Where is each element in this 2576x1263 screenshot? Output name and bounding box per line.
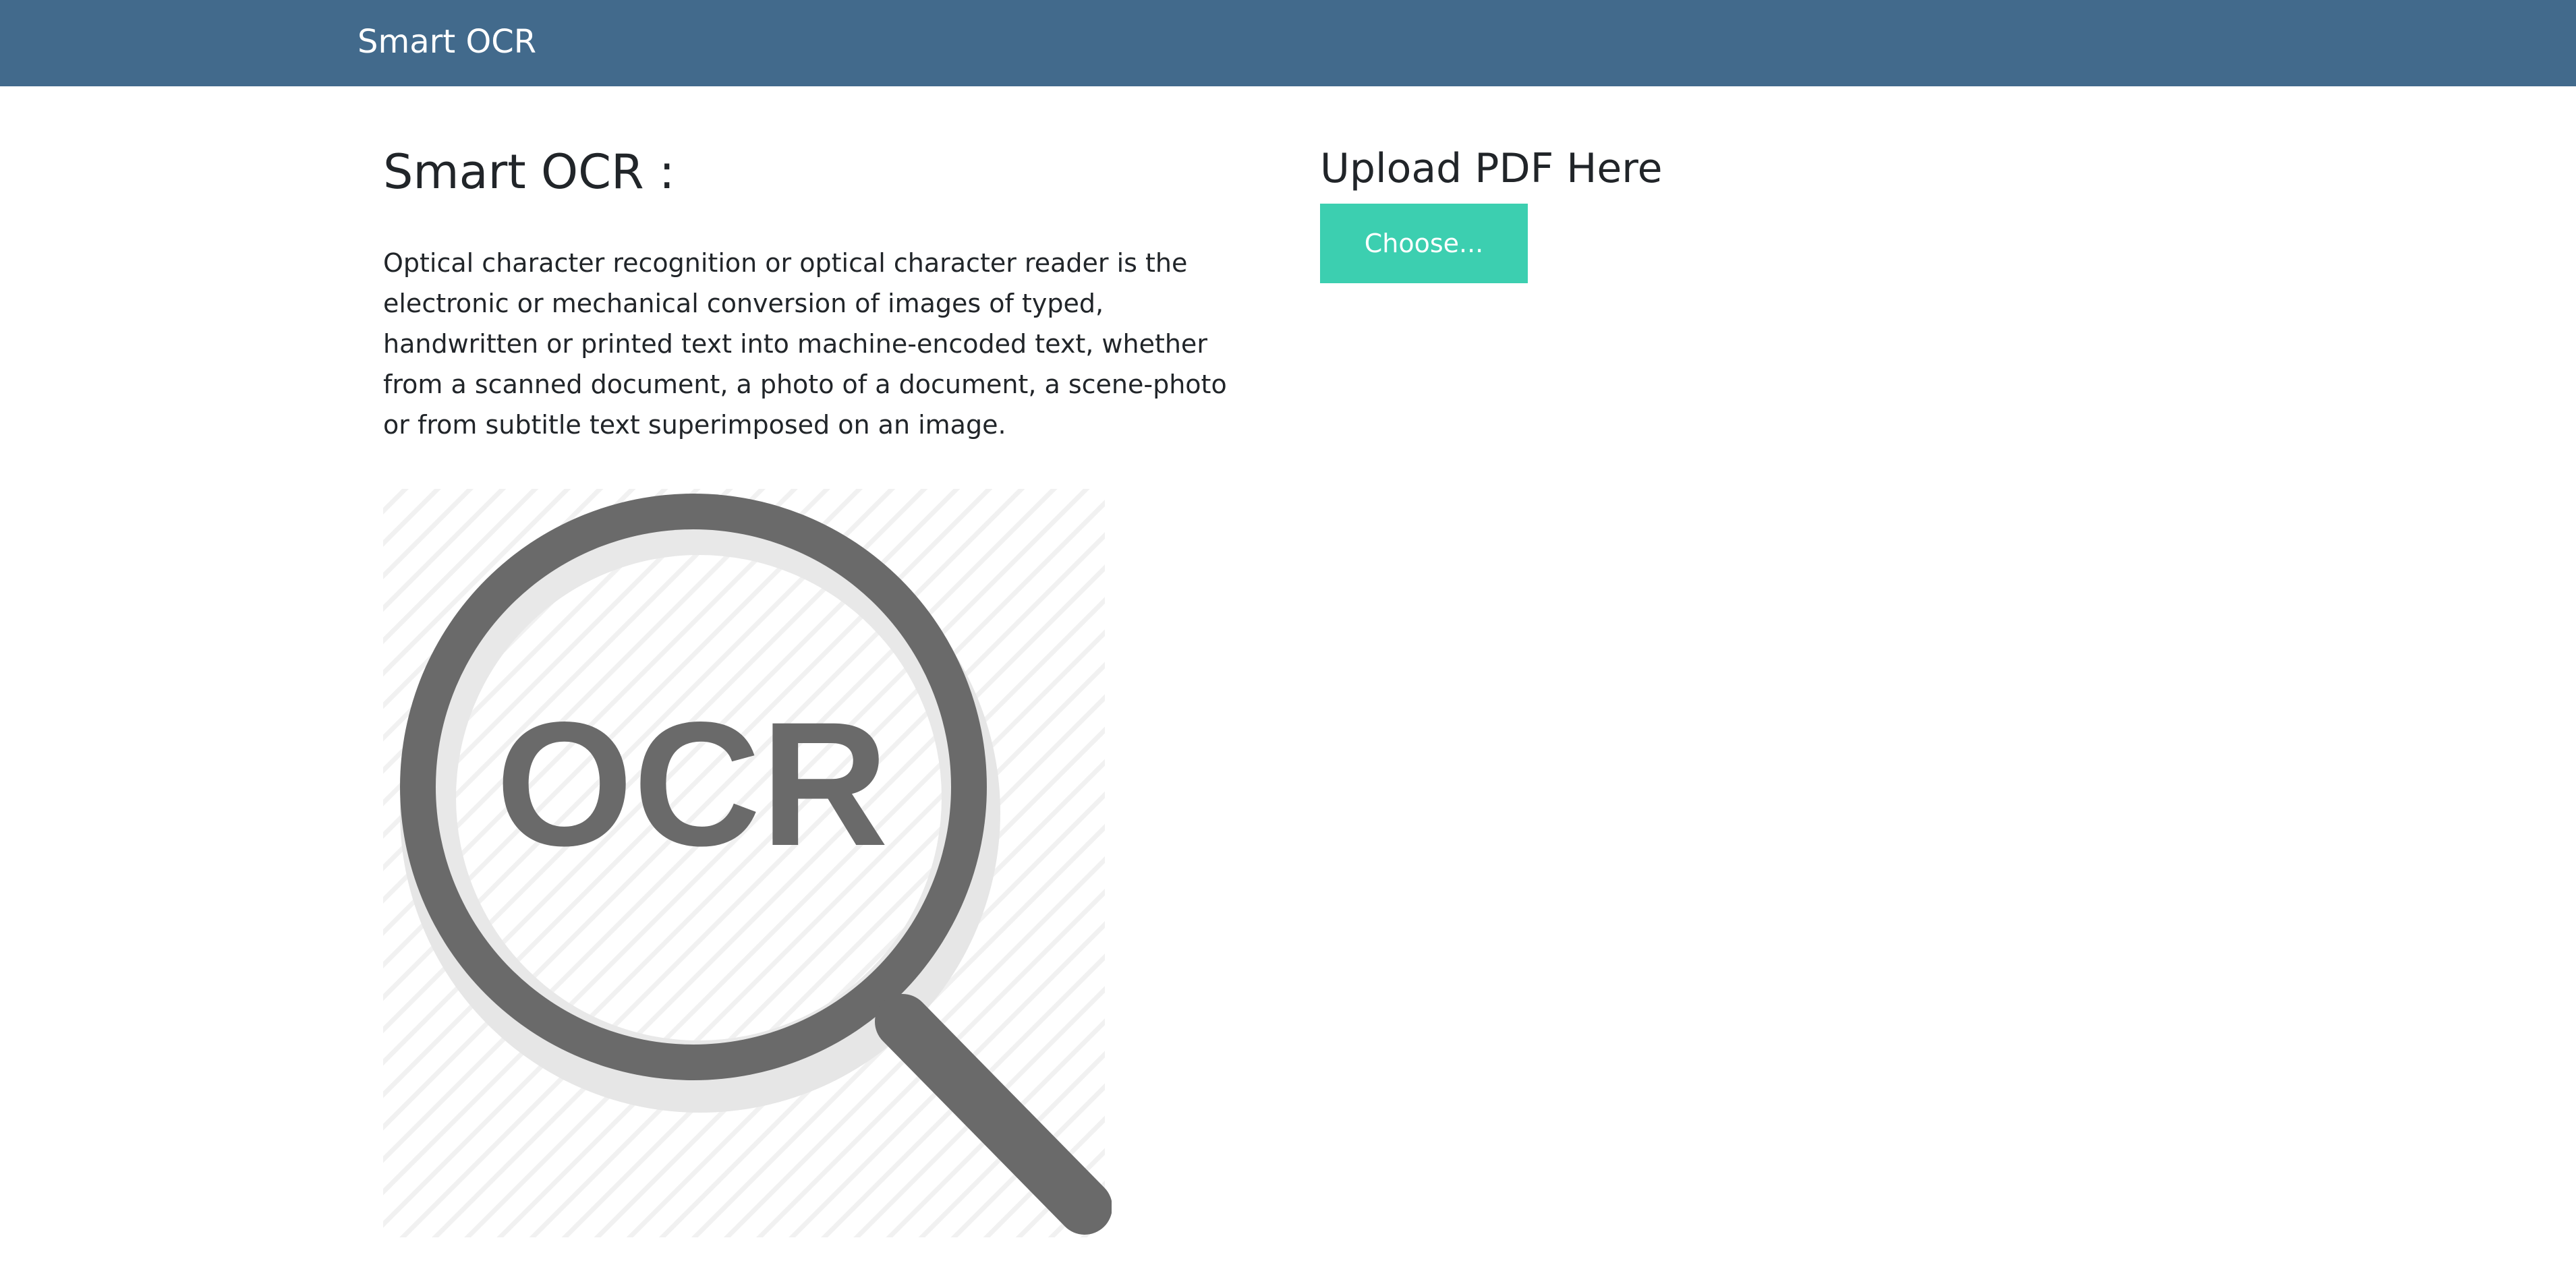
page-title: Smart OCR :: [383, 144, 675, 200]
choose-file-button[interactable]: Choose...: [1320, 204, 1528, 283]
intro-section: Smart OCR : Optical character recognitio…: [383, 135, 1260, 445]
top-navbar: Smart OCR: [0, 0, 2576, 86]
ocr-lettering: OCR: [496, 685, 888, 883]
magnifying-glass-icon: OCR: [383, 489, 1112, 1237]
ocr-description: Optical character recognition or optical…: [383, 248, 1227, 440]
ocr-illustration: OCR: [383, 475, 1112, 1244]
upload-title: Upload PDF Here: [1320, 145, 1663, 192]
brand-link[interactable]: Smart OCR: [357, 19, 536, 65]
upload-section: Upload PDF Here Choose...: [1320, 135, 1927, 283]
